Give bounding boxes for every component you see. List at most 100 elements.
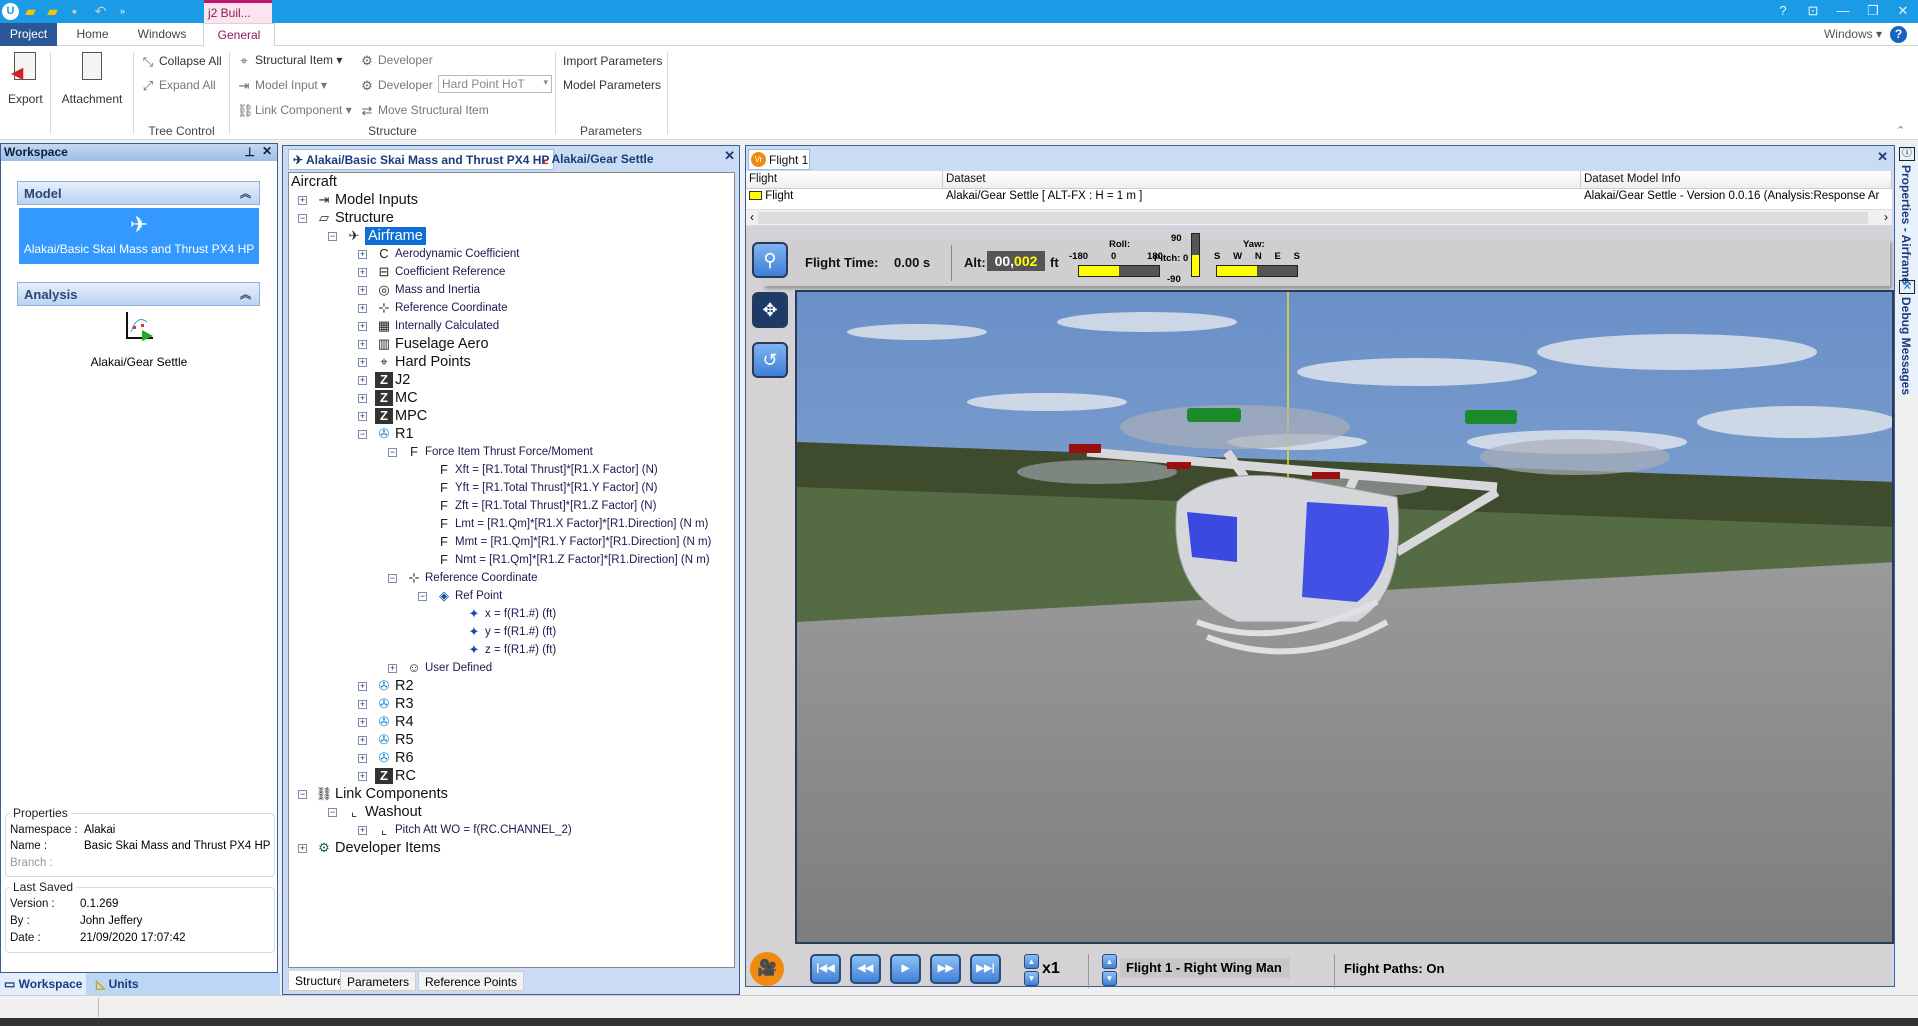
overflow-icon[interactable]: » [114,3,131,20]
tab-workspace[interactable]: ▭ Workspace [0,973,86,995]
expand-toggle-icon[interactable]: + [388,664,397,673]
hard-point-combo[interactable]: Hard Point HoT ▾ [438,75,552,93]
scroll-thumb[interactable] [758,212,1868,224]
tree-item[interactable]: + ✇ R6 [289,749,729,767]
expand-toggle-icon[interactable]: + [298,844,307,853]
expand-toggle-icon[interactable]: + [358,394,367,403]
tree-item[interactable]: + ✇ R3 [289,695,729,713]
pin-icon[interactable]: ⊥ [245,145,255,159]
collapse-toggle-icon[interactable]: − [298,214,307,223]
3d-flight-view[interactable] [795,290,1894,944]
move-structural-item-button[interactable]: ⇄ Move Structural Item [360,103,489,118]
properties-airframe-tab[interactable]: Properties - Airframe [1899,165,1913,284]
tree-item[interactable]: − ⛓ Link Components [289,785,729,803]
tree-item[interactable]: − ▱ Structure [289,209,729,227]
tree-item[interactable]: + ✇ R5 [289,731,729,749]
tree-item[interactable]: F Nmt = [R1.Qm]*[R1.Z Factor]*[R1.Directi… [289,551,729,569]
developer-button-2[interactable]: ⚙ Developer [360,78,433,93]
expand-toggle-icon[interactable]: + [358,826,367,835]
expand-toggle-icon[interactable]: + [358,286,367,295]
developer-button[interactable]: ⚙ Developer [360,53,433,68]
help-icon[interactable]: ? [1772,2,1794,20]
document-tab[interactable]: j2 Buil... [204,0,272,23]
structural-item-button[interactable]: ⌖ Structural Item ▾ [237,53,342,68]
tree-item[interactable]: + C Aerodynamic Coefficient [289,245,729,263]
tab-windows[interactable]: Windows [132,23,192,46]
tab-general[interactable]: General [203,23,275,47]
expand-toggle-icon[interactable]: + [358,772,367,781]
expand-toggle-icon[interactable]: + [358,376,367,385]
expand-toggle-icon[interactable]: + [358,304,367,313]
collapse-toggle-icon[interactable]: − [418,592,427,601]
camera-icon[interactable]: 🎥 [750,952,784,986]
tree-item[interactable]: + ☺ User Defined [289,659,729,677]
tree-item[interactable]: + ✇ R2 [289,677,729,695]
import-parameters-button[interactable]: Import Parameters [563,54,662,68]
tree-item[interactable]: + Z MC [289,389,729,407]
collapse-toggle-icon[interactable]: − [358,430,367,439]
camera-prev-button[interactable]: ▲ [1102,954,1117,969]
tab-project[interactable]: Project [0,23,57,46]
close-icon[interactable]: ✕ [724,148,735,164]
tree-item[interactable]: + ⇥ Model Inputs [289,191,729,209]
open-folder-icon[interactable]: ▰ [22,3,39,20]
row-flight[interactable]: Flight [749,190,793,202]
expand-toggle-icon[interactable]: + [358,736,367,745]
scroll-left-icon[interactable]: ‹ [750,210,754,224]
tree-item[interactable]: − ⊹ Reference Coordinate [289,569,729,587]
rotate-button[interactable]: ↺ [752,342,788,378]
flight-paths-status[interactable]: Flight Paths: On [1344,961,1444,976]
tree-item[interactable]: F Lmt = [R1.Qm]*[R1.X Factor]*[R1.Directi… [289,515,729,533]
tree-item[interactable]: ✦ x = f(R1.#) (ft) [289,605,729,623]
column-header-flight[interactable]: Flight [746,171,943,189]
tree-item[interactable]: − ✇ R1 [289,425,729,443]
analysis-section-header[interactable]: Analysis ︽ [17,282,260,306]
tree-item[interactable]: F Xft = [R1.Total Thrust]*[R1.X Factor] (… [289,461,729,479]
scroll-right-icon[interactable]: › [1884,210,1888,224]
tree-item[interactable]: ✦ y = f(R1.#) (ft) [289,623,729,641]
tree-item[interactable]: − F Force Item Thrust Force/Moment [289,443,729,461]
collapse-toggle-icon[interactable]: − [328,232,337,241]
expand-toggle-icon[interactable]: + [358,340,367,349]
camera-next-button[interactable]: ▼ [1102,971,1117,986]
restore-ribbon-icon[interactable]: ⊡ [1802,2,1824,20]
expand-all-button[interactable]: ⤢ Expand All [141,78,216,93]
expand-toggle-icon[interactable]: + [358,754,367,763]
expand-toggle-icon[interactable]: + [358,700,367,709]
collapse-ribbon-icon[interactable]: ⌃ [1896,124,1905,137]
tab-reference-points[interactable]: Reference Points [418,971,525,991]
collapse-toggle-icon[interactable]: − [298,790,307,799]
tree-item[interactable]: + ▥ Fuselage Aero [289,335,729,353]
collapse-all-button[interactable]: ⤡ Collapse All [141,54,222,69]
export-button[interactable]: ◀ Export [8,52,43,106]
expand-toggle-icon[interactable]: + [358,250,367,259]
tab-flight-1[interactable]: Vr Flight 1 [748,149,810,170]
tree-item[interactable]: + Z J2 [289,371,729,389]
speed-down-button[interactable]: ▼ [1024,971,1039,986]
tree-item[interactable]: + ▦ Internally Calculated [289,317,729,335]
expand-toggle-icon[interactable]: + [358,718,367,727]
skip-to-start-button[interactable]: |◀◀ [810,954,841,984]
model-item[interactable]: ✈ Alakai/Basic Skai Mass and Thrust PX4 … [19,208,259,264]
tree-item[interactable]: − ◈ Ref Point [289,587,729,605]
zoom-button[interactable]: ⚲ [752,242,788,278]
speed-up-button[interactable]: ▲ [1024,954,1039,969]
tree-item[interactable]: F Zft = [R1.Total Thrust]*[R1.Z Factor] (… [289,497,729,515]
tree-item[interactable]: + Z RC [289,767,729,785]
tree-item[interactable]: F Mmt = [R1.Qm]*[R1.Y Factor]*[R1.Directi… [289,533,729,551]
tree-item[interactable]: + ⌞ Pitch Att WO = f(RC.CHANNEL_2) [289,821,729,839]
expand-toggle-icon[interactable]: + [358,412,367,421]
attachment-button[interactable]: Attachment [58,52,126,106]
debug-messages-tab[interactable]: Debug Messages [1899,297,1913,395]
tab-units[interactable]: ◺ Units [92,973,152,995]
fast-forward-button[interactable]: ▶▶ [930,954,961,984]
tree-item[interactable]: ✦ z = f(R1.#) (ft) [289,641,729,659]
collapse-toggle-icon[interactable]: − [388,574,397,583]
tree-item[interactable]: + ✇ R4 [289,713,729,731]
new-folder-icon[interactable]: ▰ [44,3,61,20]
column-header-model-info[interactable]: Dataset Model Info [1581,171,1892,189]
rewind-button[interactable]: ◀◀ [850,954,881,984]
windows-dropdown[interactable]: Windows ▾ [1818,23,1888,46]
tab-home[interactable]: Home [70,23,115,46]
tree-item[interactable]: − ⌞ Washout [289,803,729,821]
